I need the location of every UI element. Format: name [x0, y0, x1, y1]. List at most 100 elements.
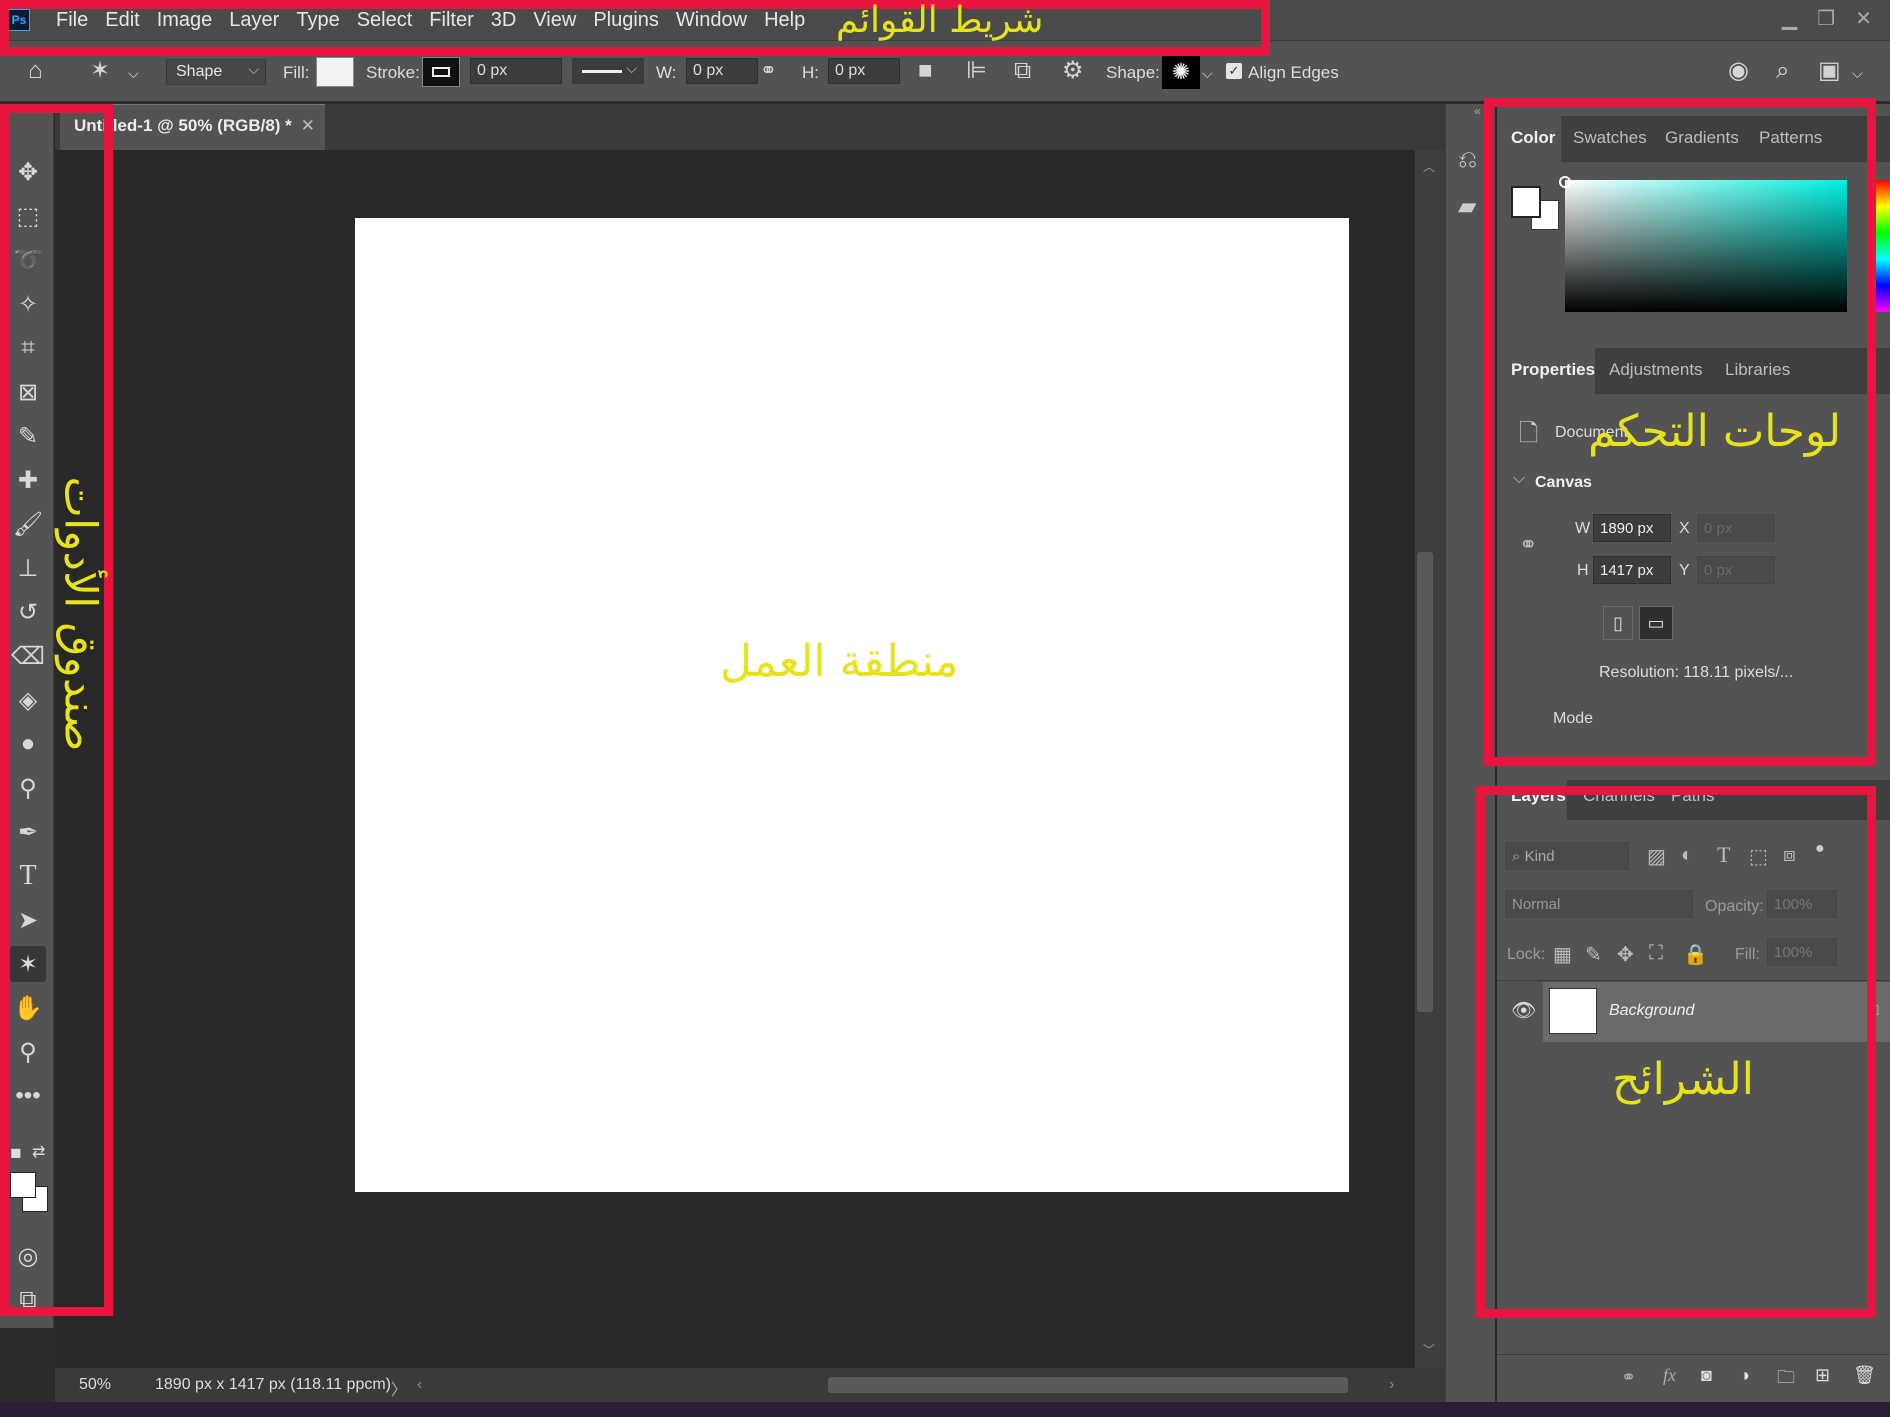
eraser-tool-icon[interactable]: ⌫: [10, 638, 46, 674]
document-tab[interactable]: Untitled-1 @ 50% (RGB/8) * ✕: [60, 104, 325, 150]
color-field[interactable]: [1565, 180, 1847, 312]
history-brush-tool-icon[interactable]: ↺: [10, 594, 46, 630]
healing-brush-tool-icon[interactable]: ✚: [10, 462, 46, 498]
menu-filter[interactable]: Filter: [429, 9, 473, 32]
fill-swatch[interactable]: [316, 57, 354, 87]
marquee-tool-icon[interactable]: ⬚: [10, 198, 46, 234]
path-selection-tool-icon[interactable]: ➤: [10, 902, 46, 938]
adjustment-layer-icon[interactable]: ◑: [1739, 1365, 1750, 1386]
quick-mask-icon[interactable]: ◎: [10, 1238, 46, 1274]
crop-tool-icon[interactable]: ⌗: [10, 330, 46, 366]
history-panel-icon[interactable]: ⎌: [1458, 146, 1477, 174]
dodge-tool-icon[interactable]: ⚲: [10, 770, 46, 806]
custom-shape-tool-icon[interactable]: ✶: [90, 59, 110, 83]
collapse-icon[interactable]: «: [1474, 104, 1481, 118]
canvas-y-input[interactable]: 0 px: [1697, 556, 1775, 584]
lock-pixels-icon[interactable]: ✎: [1585, 942, 1602, 967]
vertical-scroll-thumb[interactable]: [1417, 552, 1433, 1012]
filter-toggle-icon[interactable]: ●: [1815, 840, 1825, 858]
menu-file[interactable]: File: [56, 9, 88, 32]
menu-plugins[interactable]: Plugins: [593, 9, 659, 32]
shape-picker-icon[interactable]: ✺: [1162, 55, 1200, 89]
tab-adjustments[interactable]: Adjustments: [1609, 360, 1703, 380]
tab-channels[interactable]: Channels: [1583, 786, 1655, 806]
path-arrangement-icon[interactable]: ⧉: [1014, 59, 1031, 83]
layer-name[interactable]: Background: [1609, 1002, 1694, 1020]
lock-all-icon[interactable]: 🔒: [1683, 942, 1708, 967]
canvas-height-input[interactable]: 1417 px: [1593, 556, 1671, 584]
frame-tool-icon[interactable]: ⊠: [10, 374, 46, 410]
chevron-right-icon[interactable]: 〉: [391, 1376, 407, 1400]
more-tools-icon[interactable]: •••: [10, 1078, 46, 1114]
group-icon[interactable]: 🗀: [1777, 1365, 1795, 1395]
lock-position-icon[interactable]: ✥: [1617, 942, 1634, 967]
menu-view[interactable]: View: [533, 9, 576, 32]
stroke-width-input[interactable]: 0 px: [470, 58, 562, 84]
lasso-tool-icon[interactable]: ➰: [10, 242, 46, 278]
canvas-section-title[interactable]: Canvas: [1535, 474, 1592, 492]
width-input[interactable]: 0 px: [686, 58, 758, 84]
link-layers-icon[interactable]: ⚭: [1621, 1367, 1636, 1388]
pen-tool-icon[interactable]: ✒: [10, 814, 46, 850]
scroll-right-icon[interactable]: ›: [1389, 1376, 1394, 1394]
screen-mode-icon[interactable]: ⧉: [10, 1282, 46, 1318]
stamp-tool-icon[interactable]: ⊥: [10, 550, 46, 586]
menu-help[interactable]: Help: [764, 9, 805, 32]
delete-layer-icon[interactable]: 🗑: [1853, 1365, 1876, 1386]
search-icon[interactable]: ⌕: [1776, 59, 1789, 83]
align-edges-checkbox[interactable]: ✓: [1226, 63, 1242, 79]
menu-image[interactable]: Image: [157, 9, 213, 32]
menu-layer[interactable]: Layer: [229, 9, 279, 32]
portrait-orientation-icon[interactable]: ▯: [1603, 606, 1633, 640]
comments-panel-icon[interactable]: ▰: [1458, 192, 1476, 221]
blend-mode-dropdown[interactable]: Normal: [1505, 890, 1693, 918]
layer-fill-input[interactable]: 100%: [1767, 938, 1837, 966]
menu-select[interactable]: Select: [357, 9, 413, 32]
learn-icon[interactable]: ◉: [1728, 59, 1749, 83]
eyedropper-tool-icon[interactable]: ✎: [10, 418, 46, 454]
canvas-width-input[interactable]: 1890 px: [1593, 514, 1671, 542]
layer-style-icon[interactable]: fx: [1663, 1365, 1676, 1386]
move-tool-icon[interactable]: ✥: [10, 154, 46, 190]
scroll-up-icon[interactable]: ︿: [1423, 158, 1435, 175]
pixel-filter-icon[interactable]: ▨: [1647, 844, 1666, 869]
layer-filter-dropdown[interactable]: ⌕ Kind: [1505, 842, 1629, 870]
link-icon[interactable]: ⚭: [760, 59, 777, 83]
link-icon[interactable]: ⚭: [1519, 532, 1537, 558]
stroke-swatch[interactable]: [422, 57, 460, 87]
layer-mask-icon[interactable]: ◙: [1701, 1365, 1712, 1386]
brush-tool-icon[interactable]: 🖌: [10, 506, 46, 542]
magic-wand-tool-icon[interactable]: ✧: [10, 286, 46, 322]
menu-edit[interactable]: Edit: [105, 9, 139, 32]
chevron-down-icon[interactable]: ⌵: [128, 61, 139, 85]
chevron-down-icon[interactable]: ⌵: [1513, 470, 1525, 488]
minimize-icon[interactable]: ▁: [1782, 6, 1797, 31]
blur-tool-icon[interactable]: ●: [10, 726, 46, 762]
workspace-icon[interactable]: ▣: [1818, 59, 1841, 83]
new-layer-icon[interactable]: ⊞: [1815, 1365, 1830, 1386]
path-operations-icon[interactable]: ■: [918, 59, 933, 83]
swap-colors-icon[interactable]: ⇄: [32, 1142, 45, 1162]
menu-3d[interactable]: 3D: [491, 9, 517, 32]
tab-color[interactable]: Color: [1511, 128, 1555, 148]
landscape-orientation-icon[interactable]: ▭: [1639, 606, 1673, 640]
tab-libraries[interactable]: Libraries: [1725, 360, 1790, 380]
tab-properties[interactable]: Properties: [1511, 360, 1595, 380]
canvas-x-input[interactable]: 0 px: [1697, 514, 1775, 542]
default-colors-icon[interactable]: ◼: [10, 1144, 22, 1161]
height-input[interactable]: 0 px: [828, 58, 900, 84]
chevron-down-icon[interactable]: ⌵: [1852, 61, 1863, 85]
lock-artboard-icon[interactable]: ⛶: [1649, 942, 1663, 965]
type-filter-icon[interactable]: T: [1717, 842, 1730, 868]
zoom-tool-icon[interactable]: ⚲: [10, 1034, 46, 1070]
adjustment-filter-icon[interactable]: ◐: [1681, 844, 1693, 867]
close-icon[interactable]: ✕: [301, 116, 315, 136]
shape-filter-icon[interactable]: ⬚: [1749, 844, 1768, 869]
paint-bucket-tool-icon[interactable]: ◈: [10, 682, 46, 718]
chevron-down-icon[interactable]: ⌵: [1202, 61, 1213, 85]
tab-swatches[interactable]: Swatches: [1573, 128, 1647, 148]
tab-patterns[interactable]: Patterns: [1759, 128, 1822, 148]
opacity-input[interactable]: 100%: [1767, 890, 1837, 918]
zoom-level[interactable]: 50%: [79, 1376, 111, 1394]
home-icon[interactable]: ⌂: [28, 59, 43, 83]
